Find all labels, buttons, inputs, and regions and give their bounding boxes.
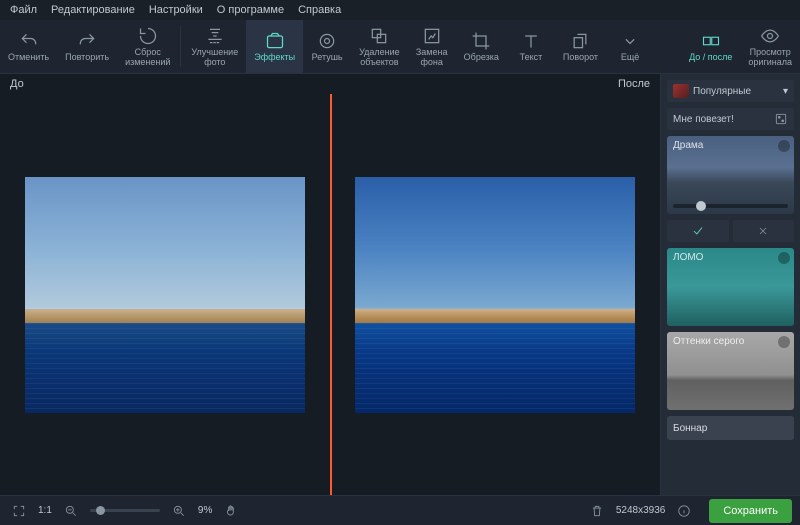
text-icon (521, 31, 541, 51)
effects-panel: Популярные ▾ Мне повезет! Драма ЛОМО (660, 74, 800, 495)
split-divider[interactable] (330, 94, 332, 495)
menu-about[interactable]: О программе (211, 2, 290, 18)
info-button[interactable] (673, 500, 695, 522)
menu-file[interactable]: Файл (4, 2, 43, 18)
effects-button[interactable]: Эффекты (246, 20, 303, 73)
undo-label: Отменить (8, 53, 49, 63)
more-label: Ещё (621, 53, 639, 63)
after-image (355, 177, 635, 413)
undo-icon (19, 31, 39, 51)
retouch-label: Ретушь (312, 53, 343, 63)
retouch-icon (317, 31, 337, 51)
effect-gray-label: Оттенки серого (673, 336, 744, 347)
text-label: Текст (520, 53, 543, 63)
menu-bar: Файл Редактирование Настройки О программ… (0, 0, 800, 20)
redo-icon (77, 31, 97, 51)
chevron-down-icon: ▾ (783, 86, 788, 97)
reset-icon (138, 26, 158, 46)
save-button[interactable]: Сохранить (709, 499, 792, 523)
info-icon (778, 140, 790, 152)
crop-button[interactable]: Обрезка (456, 20, 507, 73)
remove-objects-button[interactable]: Удаление объектов (351, 20, 408, 73)
retouch-button[interactable]: Ретушь (303, 20, 351, 73)
view-original-button[interactable]: Просмотр оригинала (740, 20, 800, 73)
eye-icon (760, 26, 780, 46)
info-icon (778, 336, 790, 348)
zoom-in-button[interactable] (168, 500, 190, 522)
hand-tool-button[interactable] (220, 500, 242, 522)
before-pane (0, 104, 330, 485)
category-label: Популярные (693, 86, 751, 97)
after-label: После (618, 78, 650, 90)
before-image (25, 177, 305, 413)
effect-bonnar[interactable]: Боннар (667, 416, 794, 440)
dice-icon (774, 112, 788, 126)
zoom-value: 9% (198, 505, 212, 516)
after-pane (330, 104, 660, 485)
lucky-label: Мне повезет! (673, 114, 734, 125)
effect-drama-label: Драма (673, 140, 703, 151)
intensity-slider[interactable] (673, 204, 788, 208)
toolbar: Отменить Повторить Сброс изменений Улучш… (0, 20, 800, 74)
effects-icon (265, 31, 285, 51)
canvas-area: До После (0, 74, 660, 495)
text-button[interactable]: Текст (507, 20, 555, 73)
effect-lomo[interactable]: ЛОМО (667, 248, 794, 326)
chevron-down-icon (620, 31, 640, 51)
crop-label: Обрезка (464, 53, 499, 63)
effects-list: Драма ЛОМО Оттенки серого Боннар (661, 136, 800, 495)
zoom-out-button[interactable] (60, 500, 82, 522)
more-button[interactable]: Ещё (606, 20, 654, 73)
reset-button[interactable]: Сброс изменений (117, 20, 178, 73)
redo-button[interactable]: Повторить (57, 20, 117, 73)
enhance-button[interactable]: Улучшение фото (183, 20, 246, 73)
info-icon (778, 252, 790, 264)
status-bar: 1:1 9% 5248x3936 Сохранить (0, 495, 800, 525)
crop-icon (471, 31, 491, 51)
enhance-label: Улучшение фото (191, 48, 238, 68)
reset-label: Сброс изменений (125, 48, 170, 68)
scale-label[interactable]: 1:1 (38, 505, 52, 516)
menu-help[interactable]: Справка (292, 2, 347, 18)
delete-button[interactable] (586, 500, 608, 522)
effects-label: Эффекты (254, 53, 295, 63)
rotate-icon (570, 31, 590, 51)
lucky-button[interactable]: Мне повезет! (667, 108, 794, 130)
effect-lomo-label: ЛОМО (673, 252, 703, 263)
enhance-icon (205, 26, 225, 46)
fullscreen-button[interactable] (8, 500, 30, 522)
before-label: До (10, 78, 24, 90)
effect-bonnar-label: Боннар (673, 423, 707, 434)
rotate-button[interactable]: Поворот (555, 20, 606, 73)
dimensions-label: 5248x3936 (616, 505, 666, 516)
bg-replace-button[interactable]: Замена фона (408, 20, 456, 73)
view-original-label: Просмотр оригинала (748, 48, 792, 68)
before-after-label: До / после (689, 53, 732, 63)
redo-label: Повторить (65, 53, 109, 63)
bg-replace-icon (422, 26, 442, 46)
effect-drama[interactable]: Драма (667, 136, 794, 214)
category-dropdown[interactable]: Популярные ▾ (667, 80, 794, 102)
category-swatch-icon (673, 84, 689, 98)
before-after-icon (701, 31, 721, 51)
before-after-button[interactable]: До / после (681, 20, 740, 73)
zoom-slider[interactable] (90, 509, 160, 512)
rotate-label: Поворот (563, 53, 598, 63)
cancel-button[interactable] (733, 220, 795, 242)
bg-replace-label: Замена фона (416, 48, 448, 68)
effect-grayscale[interactable]: Оттенки серого (667, 332, 794, 410)
remove-objects-label: Удаление объектов (359, 48, 400, 68)
menu-edit[interactable]: Редактирование (45, 2, 141, 18)
undo-button[interactable]: Отменить (0, 20, 57, 73)
remove-objects-icon (369, 26, 389, 46)
menu-settings[interactable]: Настройки (143, 2, 209, 18)
apply-button[interactable] (667, 220, 729, 242)
